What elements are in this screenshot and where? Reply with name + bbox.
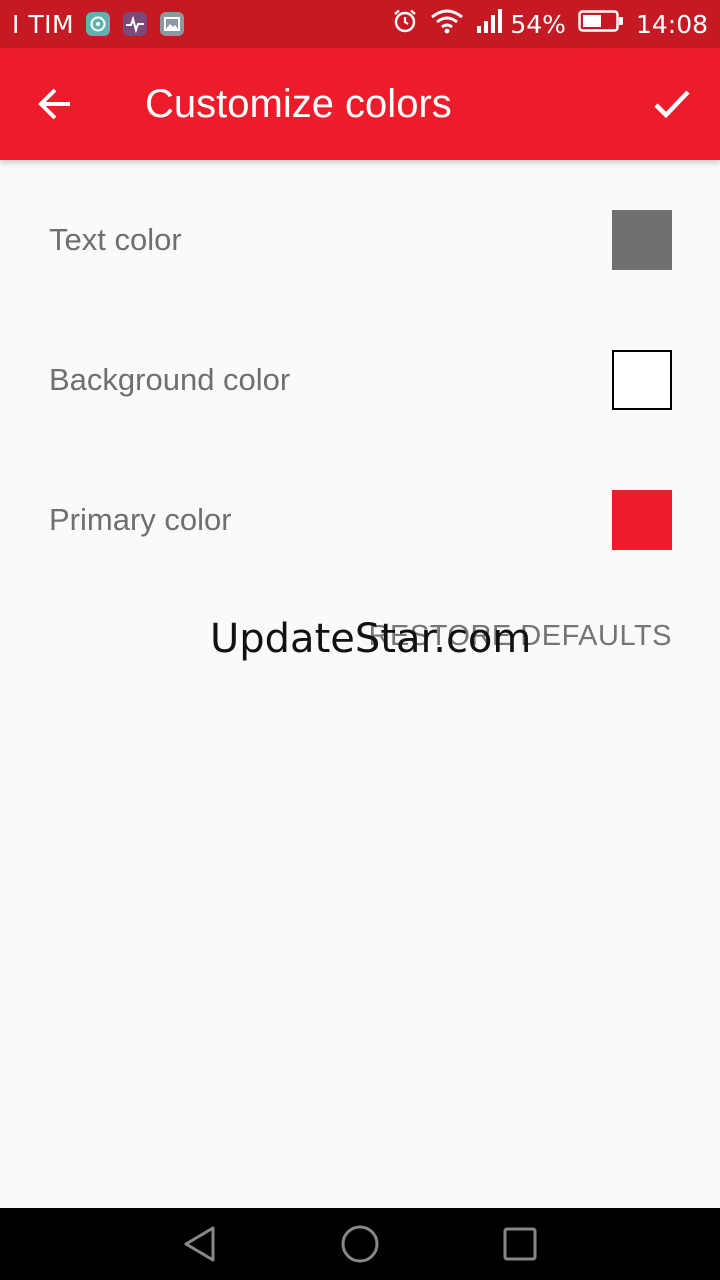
chat-bubble-icon [86, 12, 111, 36]
primary-color-swatch[interactable] [612, 490, 672, 550]
background-color-label: Background color [49, 362, 291, 397]
status-left: I TIM [12, 0, 197, 48]
battery-percent: 54% [510, 9, 566, 39]
carrier-name: I TIM [12, 9, 75, 39]
gallery-icon [160, 12, 185, 36]
heartbeat-icon [123, 12, 148, 36]
signal-icon [476, 8, 503, 40]
background-color-setting[interactable]: Background color [0, 310, 720, 450]
recents-square-icon [503, 1227, 537, 1261]
battery-icon [578, 8, 624, 40]
nav-back-button[interactable] [180, 1224, 220, 1264]
primary-color-label: Primary color [49, 502, 232, 537]
page-title: Customize colors [145, 81, 452, 126]
text-color-setting[interactable]: Text color [0, 170, 720, 310]
status-right: 54% 14:08 [380, 0, 708, 48]
text-color-label: Text color [49, 222, 182, 257]
confirm-button[interactable] [640, 72, 704, 136]
nav-home-button[interactable] [340, 1224, 380, 1264]
status-bar: I TIM 54% 14:08 [0, 0, 720, 48]
text-color-swatch[interactable] [612, 210, 672, 270]
background-color-swatch[interactable] [612, 350, 672, 410]
alarm-icon [392, 8, 418, 40]
primary-color-setting[interactable]: Primary color [0, 450, 720, 590]
back-triangle-icon [184, 1226, 215, 1262]
check-icon [654, 90, 690, 119]
wifi-icon [430, 8, 464, 40]
arrow-back-icon [38, 88, 70, 120]
app-bar: Customize colors [0, 48, 720, 160]
navigation-bar [0, 1208, 720, 1280]
screen: I TIM 54% 14:08 Customize colors Text co… [0, 0, 720, 1280]
back-button[interactable] [24, 72, 88, 136]
clock: 14:08 [635, 9, 708, 39]
restore-defaults-button[interactable]: RESTORE DEFAULTS [369, 612, 672, 660]
home-circle-icon [341, 1225, 379, 1263]
nav-recents-button[interactable] [500, 1224, 540, 1264]
